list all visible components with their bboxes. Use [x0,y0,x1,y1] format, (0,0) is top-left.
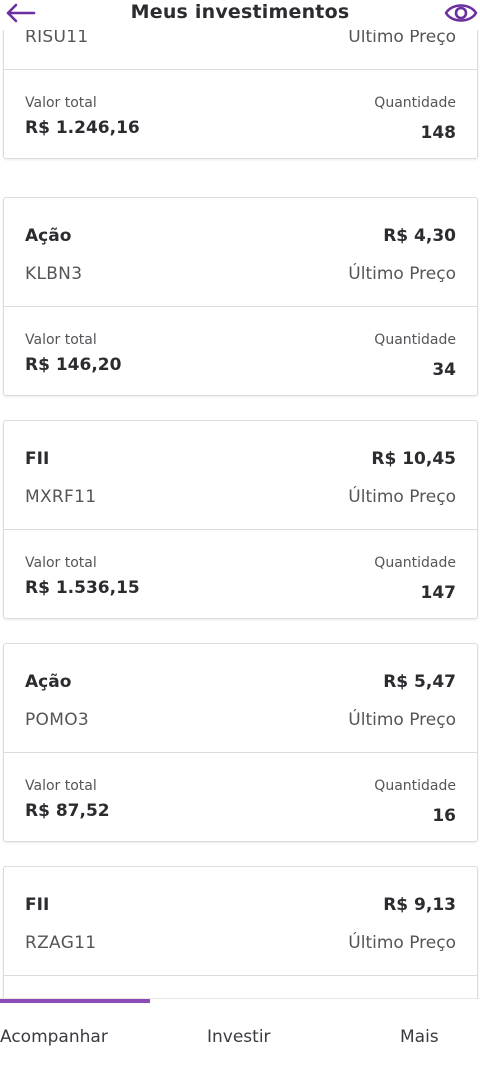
quantity-label: Quantidade [374,332,456,348]
last-price-label: Último Preço [348,27,456,47]
quantity-value: 148 [420,123,457,143]
total-value: R$ 87,52 [25,801,110,821]
active-tab-indicator [0,999,150,1003]
investment-card[interactable]: Ação R$ 5,47 POMO3 Último Preço Valor to… [3,643,478,842]
eye-icon[interactable] [444,0,478,26]
top-app-bar: Meus investimentos [0,0,480,30]
quantity-label: Quantidade [374,555,456,571]
card-header: Ação R$ 5,47 POMO3 Último Preço [4,644,477,753]
tab-acompanhar[interactable]: Acompanhar [0,1027,108,1047]
card-footer: Valor total R$ 1.246,16 Quantidade 148 [4,70,477,158]
last-price: R$ 5,47 [383,672,456,692]
ticker: POMO3 [25,710,89,730]
asset-type: Ação [25,226,72,246]
total-value-label: Valor total [25,778,97,794]
card-header: FII R$ 9,13 RZAG11 Último Preço [4,867,477,976]
total-value-label: Valor total [25,332,97,348]
last-price-label: Último Preço [348,264,456,284]
card-footer: Valor total R$ 87,52 Quantidade 16 [4,753,477,841]
last-price-label: Último Preço [348,933,456,953]
quantity-label: Quantidade [374,95,456,111]
page-title: Meus investimentos [130,1,350,23]
ticker: KLBN3 [25,264,83,284]
card-footer: Valor total R$ 146,20 Quantidade 34 [4,307,477,395]
investment-card[interactable]: Ação R$ 4,30 KLBN3 Último Preço Valor to… [3,197,478,396]
total-value-label: Valor total [25,555,97,571]
asset-type: Ação [25,672,72,692]
total-value-label: Valor total [25,95,97,111]
tab-investir[interactable]: Investir [207,1027,271,1047]
asset-type: FII [25,895,50,915]
asset-type: FII [25,449,50,469]
card-header: Ação R$ 4,30 KLBN3 Último Preço [4,198,477,307]
total-value: R$ 146,20 [25,355,122,375]
ticker: MXRF11 [25,487,97,507]
investment-card[interactable]: FII R$ 10,45 MXRF11 Último Preço Valor t… [3,420,478,619]
quantity-value: 147 [420,583,457,603]
bottom-navigation: Acompanhar Investir Mais [0,998,480,1067]
card-footer: Valor total R$ 1.536,15 Quantidade 147 [4,530,477,618]
ticker: RZAG11 [25,933,97,953]
last-price: R$ 10,45 [371,449,456,469]
quantity-value: 34 [432,360,456,380]
ticker: RISU11 [25,27,89,47]
last-price: R$ 4,30 [383,226,456,246]
total-value: R$ 1.536,15 [25,578,140,598]
card-header: FII R$ 10,45 MXRF11 Último Preço [4,421,477,530]
tab-mais[interactable]: Mais [400,1027,439,1047]
quantity-value: 16 [432,806,456,826]
total-value: R$ 1.246,16 [25,118,140,138]
quantity-label: Quantidade [374,778,456,794]
last-price-label: Último Preço [348,487,456,507]
last-price-label: Último Preço [348,710,456,730]
last-price: R$ 9,13 [383,895,456,915]
